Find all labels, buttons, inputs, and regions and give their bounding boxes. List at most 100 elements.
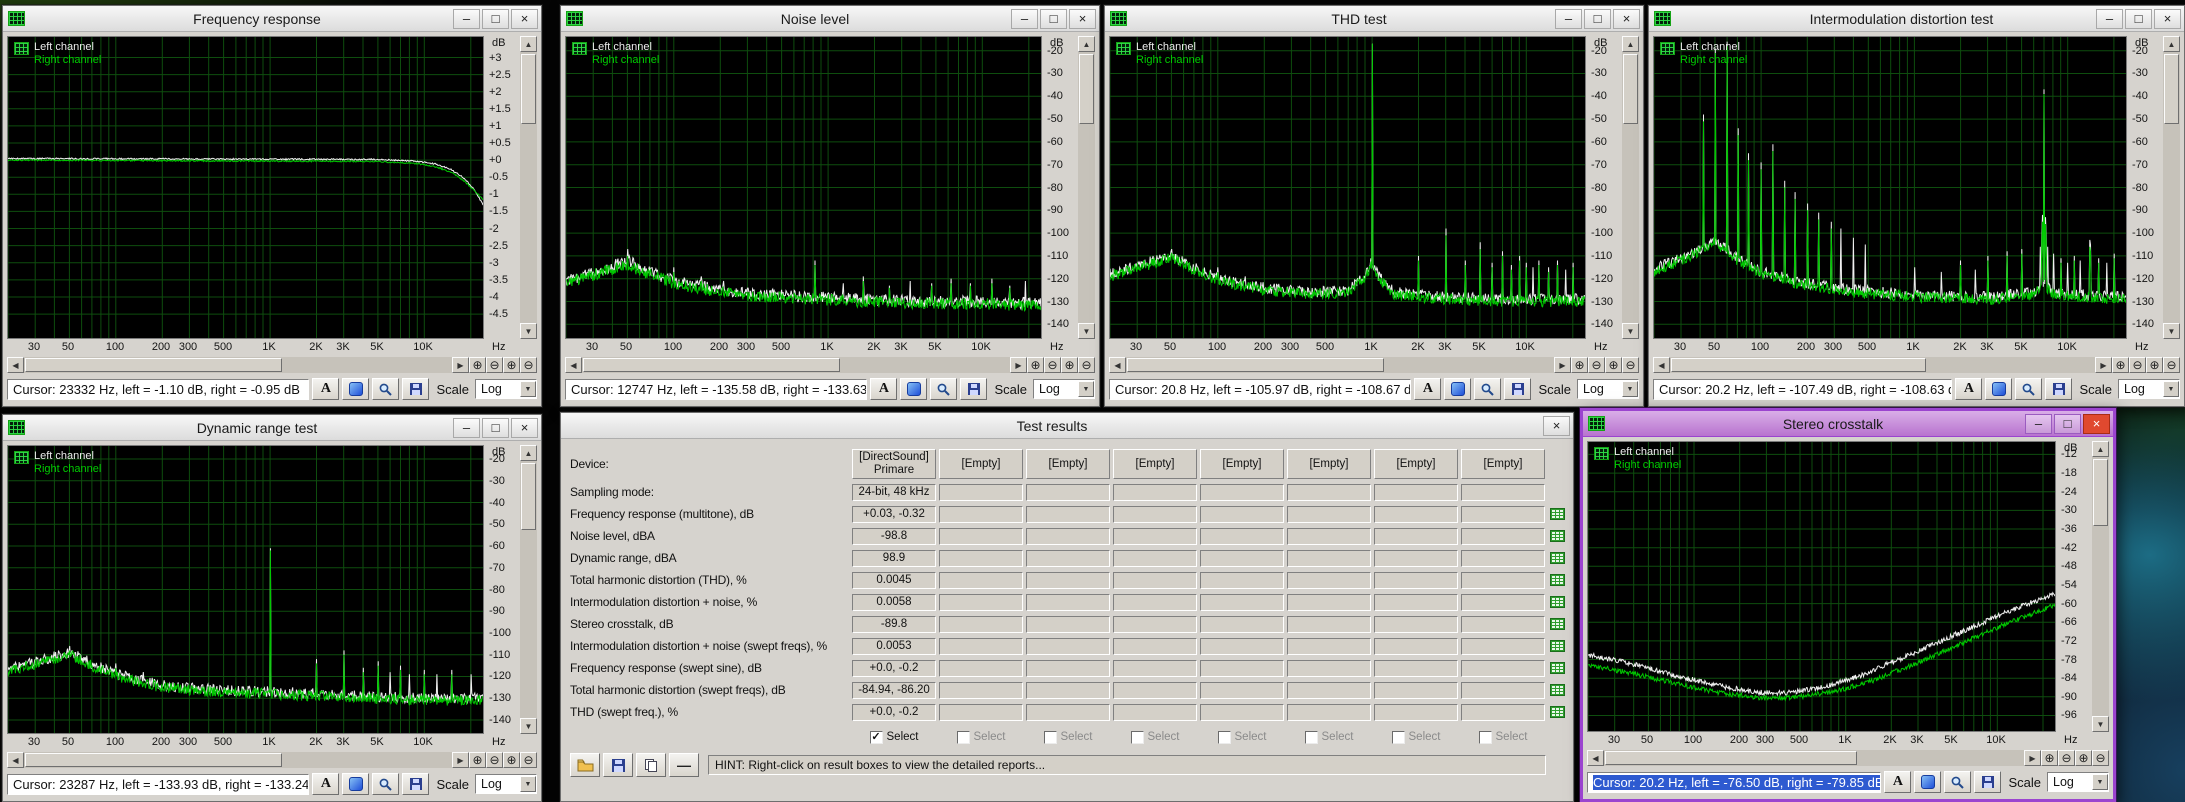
maximize-button[interactable]: □ <box>482 8 509 29</box>
result-empty-cell[interactable] <box>1461 527 1545 545</box>
zoom-in-y-button[interactable]: ⊕ <box>1605 357 1622 373</box>
result-empty-cell[interactable] <box>1287 659 1371 677</box>
vertical-scrollbar[interactable]: ▲ ▼ <box>1078 36 1095 339</box>
vertical-scrollbar[interactable]: ▲ ▼ <box>2163 36 2180 339</box>
result-empty-cell[interactable] <box>1026 505 1110 523</box>
result-empty-cell[interactable] <box>1200 681 1284 699</box>
result-empty-cell[interactable] <box>1374 483 1458 501</box>
horizontal-scroll-track[interactable] <box>1670 357 2095 373</box>
report-table-icon[interactable] <box>1549 662 1565 674</box>
result-empty-cell[interactable] <box>939 659 1023 677</box>
zoom-in-x-button[interactable]: ⊕ <box>2112 357 2129 373</box>
result-empty-cell[interactable] <box>1113 483 1197 501</box>
result-empty-cell[interactable] <box>1287 527 1371 545</box>
result-empty-cell[interactable] <box>1374 637 1458 655</box>
zoom-out-x-button[interactable]: ⊖ <box>486 357 503 373</box>
result-column-header[interactable]: [Empty] <box>1374 449 1458 479</box>
close-button[interactable]: × <box>1613 8 1640 29</box>
result-empty-cell[interactable] <box>1461 593 1545 611</box>
vertical-scroll-track[interactable] <box>1622 52 1639 323</box>
maximize-button[interactable]: □ <box>2054 413 2081 434</box>
select-checkbox[interactable] <box>1391 730 1405 744</box>
spectrum-plot[interactable]: Left channel Right channel <box>1653 36 2127 339</box>
vertical-scroll-thumb[interactable] <box>2164 54 2179 125</box>
result-empty-cell[interactable] <box>939 593 1023 611</box>
cursor-readout[interactable]: Cursor: 23287 Hz, left = -133.93 dB, rig… <box>7 773 310 795</box>
vertical-scrollbar[interactable]: ▲ ▼ <box>520 445 537 734</box>
result-empty-cell[interactable] <box>1026 549 1110 567</box>
zoom-in-y-button[interactable]: ⊕ <box>503 752 520 768</box>
report-table-icon[interactable] <box>1549 508 1565 520</box>
result-empty-cell[interactable] <box>1026 659 1110 677</box>
result-empty-cell[interactable] <box>1113 505 1197 523</box>
result-empty-cell[interactable] <box>939 505 1023 523</box>
report-table-icon[interactable] <box>1549 574 1565 586</box>
zoom-tool-button[interactable] <box>1944 771 1972 793</box>
scroll-left-button[interactable]: ◀ <box>7 357 24 373</box>
result-empty-cell[interactable] <box>1113 549 1197 567</box>
result-empty-cell[interactable] <box>1026 703 1110 721</box>
font-button[interactable]: A <box>1414 378 1442 400</box>
result-column-header[interactable]: [DirectSound] Primare <box>852 449 936 479</box>
result-empty-cell[interactable] <box>1026 637 1110 655</box>
result-empty-cell[interactable] <box>939 703 1023 721</box>
zoom-in-x-button[interactable]: ⊕ <box>2041 750 2058 766</box>
close-button[interactable]: × <box>1069 8 1096 29</box>
result-value-cell[interactable]: 24-bit, 48 kHz <box>852 483 936 501</box>
vertical-scrollbar[interactable]: ▲ ▼ <box>1622 36 1639 339</box>
result-value-cell[interactable]: -98.8 <box>852 527 936 545</box>
spectrum-plot[interactable]: Left channel Right channel <box>7 445 484 734</box>
close-button[interactable]: × <box>1543 415 1570 436</box>
result-empty-cell[interactable] <box>939 483 1023 501</box>
result-empty-cell[interactable] <box>1287 615 1371 633</box>
scroll-down-button[interactable]: ▼ <box>2163 323 2180 339</box>
result-empty-cell[interactable] <box>939 549 1023 567</box>
open-results-button[interactable] <box>570 753 600 777</box>
result-empty-cell[interactable] <box>1200 703 1284 721</box>
result-value-cell[interactable]: +0.0, -0.2 <box>852 659 936 677</box>
scale-select[interactable]: Log ▼ <box>475 379 537 399</box>
save-results-button[interactable] <box>603 753 633 777</box>
result-empty-cell[interactable] <box>1374 615 1458 633</box>
dropdown-arrow-icon[interactable]: ▼ <box>1078 381 1094 397</box>
result-column-header[interactable]: [Empty] <box>1026 449 1110 479</box>
spectrum-plot[interactable]: Left channel Right channel <box>7 36 484 339</box>
result-empty-cell[interactable] <box>939 527 1023 545</box>
scroll-right-button[interactable]: ▶ <box>452 752 469 768</box>
vertical-scroll-track[interactable] <box>520 52 537 323</box>
scroll-left-button[interactable]: ◀ <box>7 752 24 768</box>
spectrum-plot[interactable]: Left channel Right channel <box>1587 441 2056 732</box>
font-button[interactable]: A <box>312 378 340 400</box>
result-empty-cell[interactable] <box>1026 527 1110 545</box>
zoom-in-y-button[interactable]: ⊕ <box>1061 357 1078 373</box>
minimize-button[interactable]: – <box>453 8 480 29</box>
close-button[interactable]: × <box>511 8 538 29</box>
zoom-in-y-button[interactable]: ⊕ <box>2075 750 2092 766</box>
zoom-in-x-button[interactable]: ⊕ <box>1571 357 1588 373</box>
result-empty-cell[interactable] <box>1461 549 1545 567</box>
dropdown-arrow-icon[interactable]: ▼ <box>1622 381 1638 397</box>
scroll-up-button[interactable]: ▲ <box>520 36 537 52</box>
result-empty-cell[interactable] <box>1200 483 1284 501</box>
vertical-scrollbar[interactable]: ▲ ▼ <box>520 36 537 339</box>
horizontal-scroll-thumb[interactable] <box>25 753 282 767</box>
scale-select[interactable]: Log ▼ <box>1577 379 1639 399</box>
result-empty-cell[interactable] <box>1374 549 1458 567</box>
result-column-header[interactable]: [Empty] <box>1287 449 1371 479</box>
save-image-button[interactable] <box>2045 378 2073 400</box>
result-column-header[interactable]: [Empty] <box>939 449 1023 479</box>
result-empty-cell[interactable] <box>1374 703 1458 721</box>
vertical-scroll-track[interactable] <box>520 461 537 718</box>
result-value-cell[interactable]: -84.94, -86.20 <box>852 681 936 699</box>
result-empty-cell[interactable] <box>1461 659 1545 677</box>
horizontal-scroll-track[interactable] <box>24 357 452 373</box>
result-empty-cell[interactable] <box>1026 681 1110 699</box>
report-table-icon[interactable] <box>1549 684 1565 696</box>
scroll-down-button[interactable]: ▼ <box>520 323 537 339</box>
zoom-tool-button[interactable] <box>930 378 958 400</box>
horizontal-scrollbar[interactable]: ◀ ▶ ⊕ ⊖ ⊕ ⊖ <box>1109 357 1639 373</box>
result-empty-cell[interactable] <box>1200 527 1284 545</box>
result-empty-cell[interactable] <box>1374 527 1458 545</box>
horizontal-scroll-track[interactable] <box>582 357 1010 373</box>
minimize-button[interactable]: – <box>2025 413 2052 434</box>
